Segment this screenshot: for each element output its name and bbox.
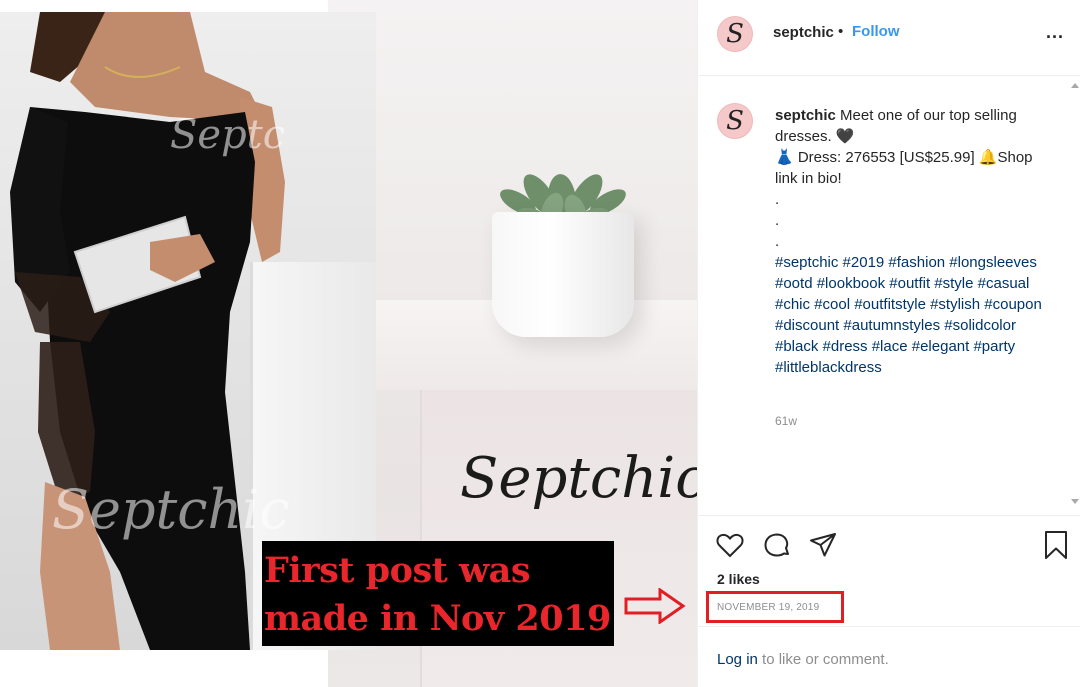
comment-icon[interactable] [762,530,792,560]
caption-line-2: 👗 Dress: 276553 [US$25.99] 🔔Shop link in… [775,149,1033,187]
post-panel: S septchic • Follow ... S septchic Meet … [697,0,1080,687]
scroll-up-icon[interactable] [1071,83,1079,88]
annotation-line-1: First post was [264,550,531,591]
more-options-icon[interactable]: ... [1046,22,1064,43]
caption-username[interactable]: septchic [775,107,836,124]
arrow-icon [624,588,686,624]
caption-area[interactable]: S septchic Meet one of our top selling d… [698,77,1080,515]
heart-icon[interactable] [715,530,745,560]
post-image[interactable]: Septc Septchic Septchic First post was m… [0,0,697,687]
action-bar: 2 likes NOVEMBER 19, 2019 [698,515,1080,625]
caption-avatar[interactable]: S [717,103,753,139]
brand-overlay-text: Septchic [460,446,697,511]
scrollbar[interactable] [1068,77,1080,515]
login-bar: Log in to like or comment. [698,626,1080,687]
watermark-bottom: Septchic [52,478,290,541]
comment-timestamp[interactable]: 61w [775,414,797,428]
hashtags[interactable]: #septchic #2019 #fashion #longsleeves #o… [775,254,1042,376]
scroll-down-icon[interactable] [1071,499,1079,504]
annotation-note: First post was made in Nov 2019 [262,541,614,646]
username-link[interactable]: septchic [773,24,834,41]
follow-button[interactable]: Follow [852,23,900,40]
caption-dot: . [775,233,780,250]
plant-pot [492,212,634,337]
login-prompt: Log in to like or comment. [717,651,889,668]
caption-text: septchic Meet one of our top selling dre… [775,105,1049,378]
post-header: S septchic • Follow ... [698,0,1080,76]
likes-count[interactable]: 2 likes [717,571,760,587]
caption-dot: . [775,191,780,208]
login-link[interactable]: Log in [717,651,758,668]
share-icon[interactable] [808,530,838,560]
caption-dot: . [775,212,780,229]
bookmark-icon[interactable] [1041,530,1071,560]
avatar[interactable]: S [717,16,753,52]
separator-dot: • [838,23,844,40]
watermark-top: Septc [170,112,286,158]
login-rest: to like or comment. [757,651,889,668]
annotation-line-2: made in Nov 2019 [264,598,611,639]
post-date[interactable]: NOVEMBER 19, 2019 [717,602,819,613]
